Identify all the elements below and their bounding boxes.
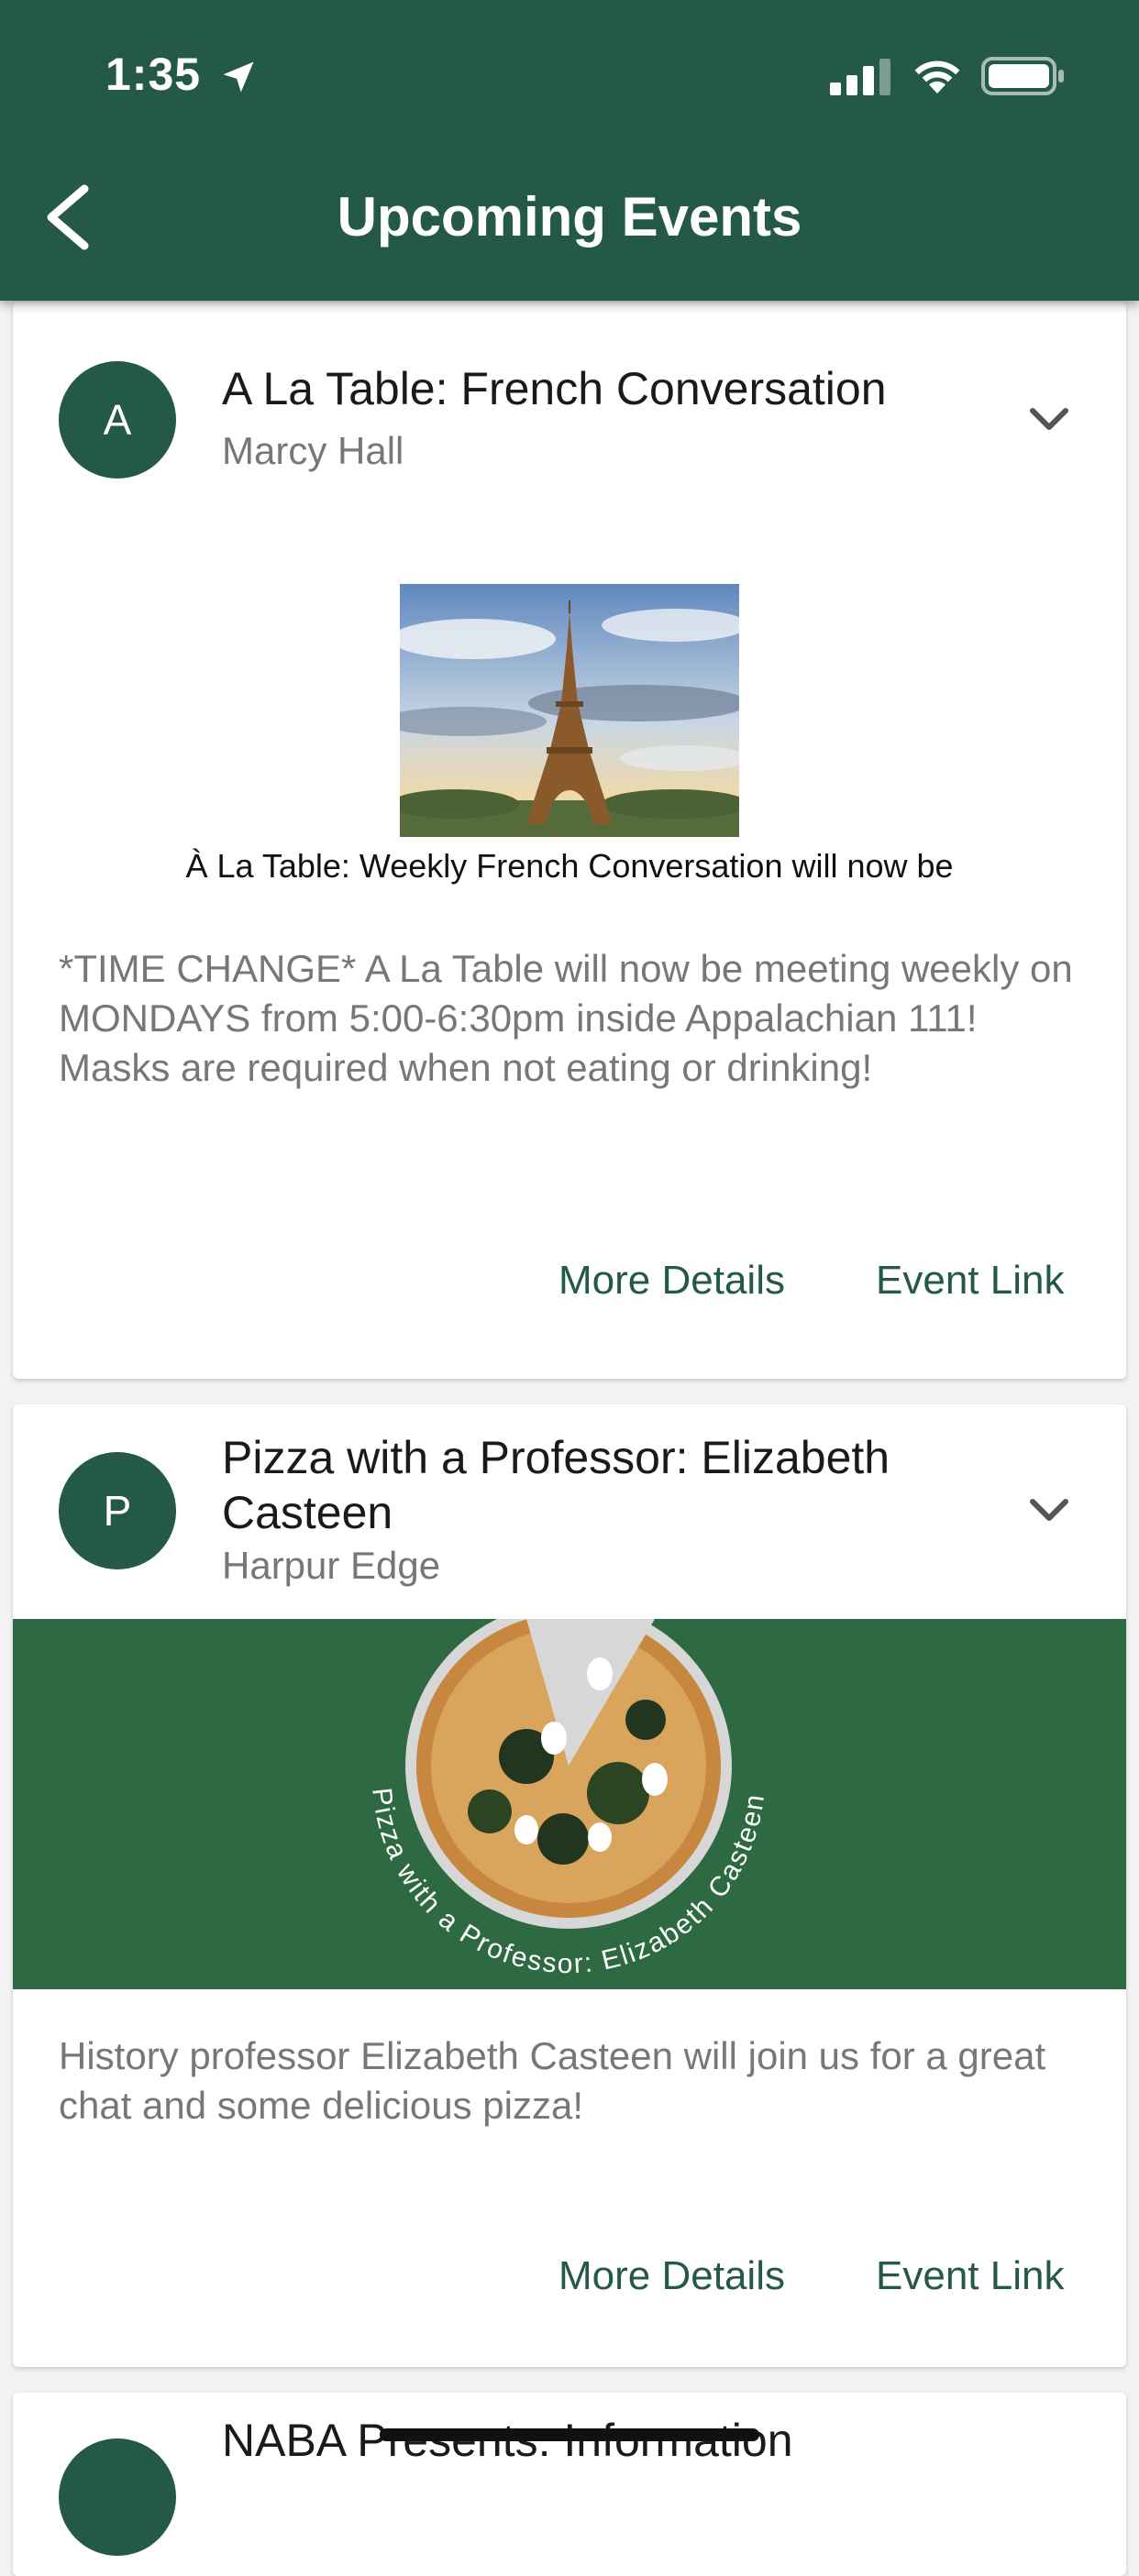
event-location: Harpur Edge: [222, 1544, 441, 1587]
status-time: 1:35: [105, 49, 202, 100]
home-indicator: [380, 2428, 759, 2441]
avatar: [59, 2438, 176, 2556]
page-title: Upcoming Events: [337, 186, 802, 248]
event-description: *TIME CHANGE* A La Table will now be mee…: [59, 947, 1073, 1089]
app-header: 1:35 Upcoming Events: [0, 0, 1139, 301]
eiffel-tower-image: [400, 584, 739, 837]
wifi-icon: [914, 61, 960, 94]
cellular-signal-icon: [830, 59, 890, 95]
chevron-down-icon[interactable]: [1027, 405, 1071, 435]
event-location: Marcy Hall: [222, 429, 404, 472]
event-card: P Pizza with a Professor: Elizabeth Cast…: [13, 1404, 1126, 2367]
event-card: A A La Table: French Conversation Marcy …: [13, 303, 1126, 1379]
pizza-banner-image: Pizza with a Professor: Elizabeth Castee…: [13, 1619, 1126, 1989]
battery-icon: [981, 57, 1064, 95]
avatar: P: [59, 1452, 176, 1569]
event-title: Pizza with a Professor: Elizabeth Castee…: [222, 1432, 890, 1538]
avatar: A: [59, 361, 176, 479]
event-link-button[interactable]: Event Link: [876, 2253, 1064, 2299]
location-arrow-icon: [223, 61, 254, 93]
event-link-button[interactable]: Event Link: [876, 1258, 1064, 1304]
event-card: NABA Presents: Information: [13, 2393, 1126, 2576]
event-title: A La Table: French Conversation: [222, 363, 887, 414]
more-details-button[interactable]: More Details: [558, 2253, 785, 2299]
image-caption: À La Table: Weekly French Conversation w…: [185, 847, 954, 885]
event-description: History professor Elizabeth Casteen will…: [59, 2034, 1046, 2127]
more-details-button[interactable]: More Details: [558, 1258, 785, 1304]
chevron-down-icon[interactable]: [1027, 1496, 1071, 1525]
